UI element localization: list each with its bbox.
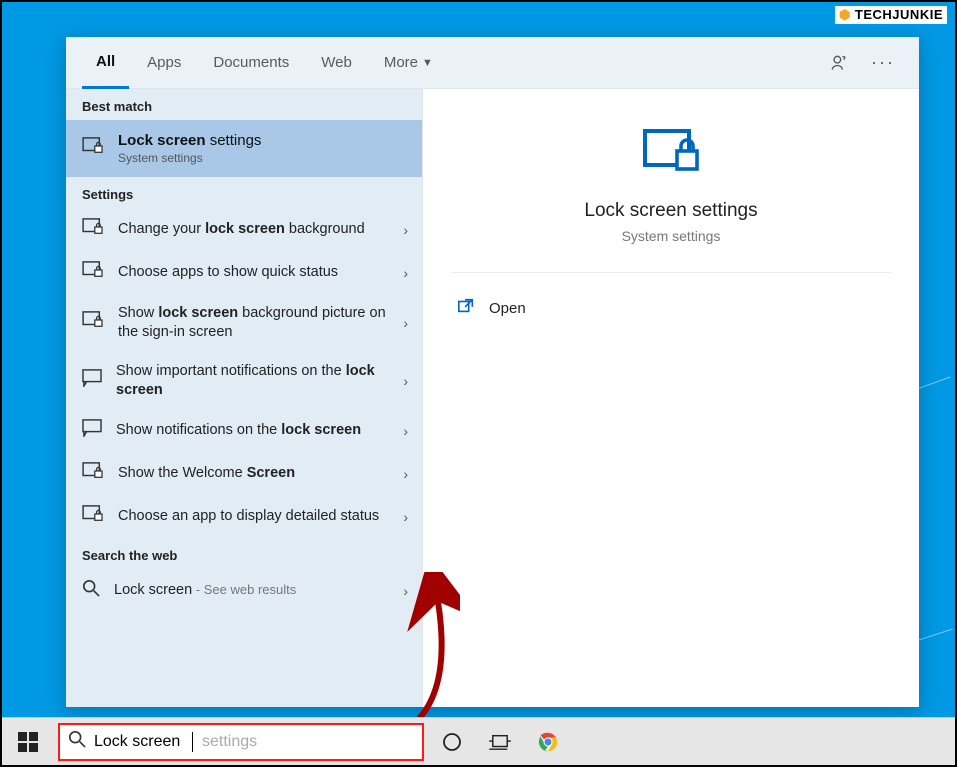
lock-screen-icon <box>82 261 104 284</box>
section-bestmatch: Best match <box>66 89 422 120</box>
bestmatch-subtitle: System settings <box>118 151 261 165</box>
result-welcome-screen[interactable]: Show the Welcome Screen › <box>66 452 422 495</box>
preview-title: Lock screen settings <box>584 200 757 222</box>
tab-more[interactable]: More▼ <box>370 37 447 89</box>
chevron-right-icon: › <box>403 509 408 525</box>
tab-all[interactable]: All <box>82 37 129 89</box>
result-notifications[interactable]: Show notifications on the lock screen › <box>66 409 422 452</box>
notification-icon <box>82 369 102 392</box>
chevron-right-icon: › <box>403 265 408 281</box>
lock-screen-icon <box>82 137 104 160</box>
lock-screen-icon-large <box>643 129 699 178</box>
tab-documents[interactable]: Documents <box>199 37 303 89</box>
taskbar-search[interactable]: settings <box>58 723 424 761</box>
bestmatch-title: Lock screen settings <box>118 132 261 149</box>
search-ghost-text: settings <box>202 733 257 751</box>
divider <box>451 272 891 273</box>
preview-subtitle: System settings <box>622 228 721 244</box>
search-flyout: All Apps Documents Web More▼ ··· Best ma… <box>66 37 919 707</box>
search-input[interactable] <box>94 733 184 751</box>
result-web[interactable]: Lock screen - See web results › <box>66 569 422 612</box>
result-change-background[interactable]: Change your lock screen background › <box>66 208 422 251</box>
bestmatch-item[interactable]: Lock screen settings System settings <box>66 120 422 177</box>
chevron-right-icon: › <box>403 423 408 439</box>
chevron-right-icon: › <box>403 466 408 482</box>
action-open[interactable]: Open <box>451 287 891 330</box>
result-important-notifications[interactable]: Show important notifications on the lock… <box>66 352 422 410</box>
chevron-right-icon: › <box>403 373 408 389</box>
search-icon <box>82 579 100 602</box>
feedback-icon[interactable] <box>819 43 859 83</box>
cortana-icon[interactable] <box>432 722 472 762</box>
start-button[interactable] <box>6 722 50 762</box>
open-icon <box>457 297 475 320</box>
more-options-icon[interactable]: ··· <box>863 43 903 83</box>
watermark: ⬢ TECHJUNKIE <box>835 6 947 24</box>
result-detailed-status[interactable]: Choose an app to display detailed status… <box>66 495 422 538</box>
lock-screen-icon <box>82 311 104 334</box>
section-settings: Settings <box>66 177 422 208</box>
lock-screen-icon <box>82 505 104 528</box>
chevron-right-icon: › <box>403 315 408 331</box>
chrome-icon[interactable] <box>528 722 568 762</box>
tab-apps[interactable]: Apps <box>133 37 195 89</box>
text-cursor <box>192 732 193 752</box>
tab-web[interactable]: Web <box>307 37 366 89</box>
notification-icon <box>82 419 102 442</box>
result-quick-status[interactable]: Choose apps to show quick status › <box>66 251 422 294</box>
chevron-right-icon: › <box>403 222 408 238</box>
section-web: Search the web <box>66 538 422 569</box>
lock-screen-icon <box>82 218 104 241</box>
search-tabs: All Apps Documents Web More▼ ··· <box>66 37 919 89</box>
search-icon <box>68 730 86 753</box>
taskview-icon[interactable] <box>480 722 520 762</box>
chevron-right-icon: › <box>403 583 408 599</box>
chevron-down-icon: ▼ <box>422 57 433 69</box>
lock-screen-icon <box>82 462 104 485</box>
results-panel: Best match Lock screen settings System s… <box>66 89 422 707</box>
preview-panel: Lock screen settings System settings Ope… <box>422 89 919 707</box>
taskbar: settings <box>2 717 955 765</box>
result-signin-background[interactable]: Show lock screen background picture on t… <box>66 294 422 352</box>
